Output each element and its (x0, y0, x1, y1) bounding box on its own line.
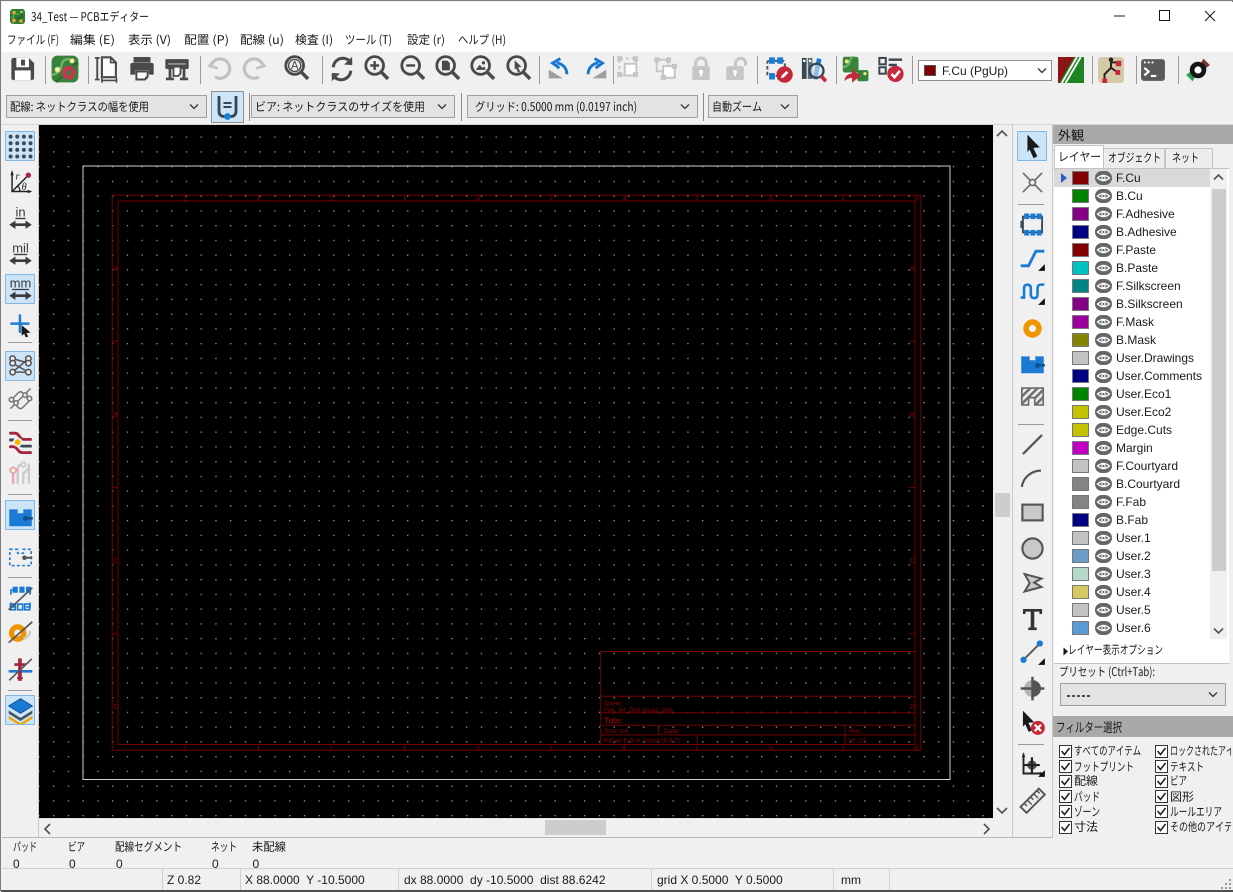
svg-text:File: 34_Test.kicad_pcb: File: 34_Test.kicad_pcb (604, 707, 672, 714)
svg-text:4: 4 (622, 745, 626, 752)
svg-text:KiCad E.D.A. kicad (6.0.7): KiCad E.D.A. kicad (6.0.7) (604, 738, 680, 745)
svg-text:Size: A4: Size: A4 (604, 728, 628, 735)
svg-text:mil: mil (12, 241, 29, 255)
svg-text:6: 6 (915, 196, 919, 203)
svg-text:2: 2 (329, 196, 333, 203)
svg-text:D: D (114, 704, 119, 711)
svg-text:θ: θ (22, 182, 27, 193)
svg-text:Id: 1/1: Id: 1/1 (849, 738, 867, 745)
svg-text:A: A (910, 266, 915, 273)
svg-text:A: A (114, 266, 119, 273)
svg-text:6: 6 (914, 746, 918, 753)
svg-text:3: 3 (476, 196, 480, 203)
svg-text:Rev:: Rev: (849, 728, 863, 735)
svg-text:3: 3 (476, 746, 480, 753)
svg-text:C: C (910, 558, 915, 565)
svg-text:1: 1 (183, 746, 187, 753)
svg-text:r: r (15, 172, 19, 183)
svg-text:5: 5 (769, 746, 773, 753)
svg-text:Date:: Date: (664, 728, 680, 735)
svg-text:mm: mm (10, 276, 32, 290)
svg-text:4: 4 (623, 196, 627, 203)
svg-text:C: C (114, 558, 119, 565)
svg-text:in: in (15, 205, 25, 219)
svg-text:2: 2 (329, 746, 333, 753)
svg-text:Title:: Title: (604, 717, 623, 726)
svg-text:1: 1 (183, 196, 187, 203)
svg-text:B: B (114, 412, 119, 419)
svg-text:D: D (910, 704, 915, 711)
svg-text:5: 5 (769, 196, 773, 203)
svg-text:B: B (910, 412, 915, 419)
